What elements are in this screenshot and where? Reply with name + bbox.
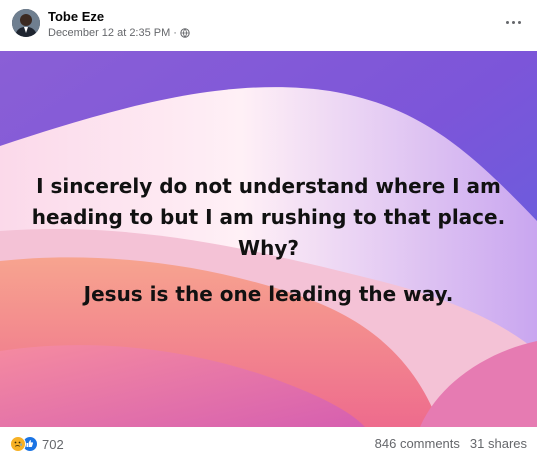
post-timestamp[interactable]: December 12 at 2:35 PM bbox=[48, 27, 170, 39]
facebook-post: Tobe Eze December 12 at 2:35 PM · I sinc… bbox=[0, 0, 537, 460]
author-name[interactable]: Tobe Eze bbox=[48, 9, 104, 24]
post-text-line: heading to but I am rushing to that plac… bbox=[31, 205, 506, 229]
more-options-icon[interactable] bbox=[501, 12, 525, 32]
engagement-counts: 846 comments 31 shares bbox=[375, 436, 527, 451]
separator-dot: · bbox=[173, 27, 177, 39]
reactions-summary[interactable]: 702 bbox=[10, 436, 64, 452]
globe-icon bbox=[180, 28, 190, 38]
post-background-image[interactable]: I sincerely do not understand where I am… bbox=[0, 51, 537, 427]
comments-count[interactable]: 846 comments bbox=[375, 436, 460, 451]
post-text-answer: Jesus is the one leading the way. bbox=[83, 282, 454, 306]
post-footer: 702 846 comments 31 shares bbox=[0, 427, 537, 460]
author-avatar[interactable] bbox=[12, 9, 40, 37]
post-meta: December 12 at 2:35 PM · bbox=[48, 27, 190, 39]
post-text-line: I sincerely do not understand where I am bbox=[36, 174, 501, 198]
reaction-count: 702 bbox=[42, 436, 64, 452]
post-header: Tobe Eze December 12 at 2:35 PM · bbox=[0, 0, 537, 50]
post-text: I sincerely do not understand where I am… bbox=[0, 171, 537, 310]
shares-count[interactable]: 31 shares bbox=[470, 436, 527, 451]
post-text-line: Why? bbox=[238, 236, 299, 260]
sad-reaction-icon bbox=[10, 436, 26, 452]
